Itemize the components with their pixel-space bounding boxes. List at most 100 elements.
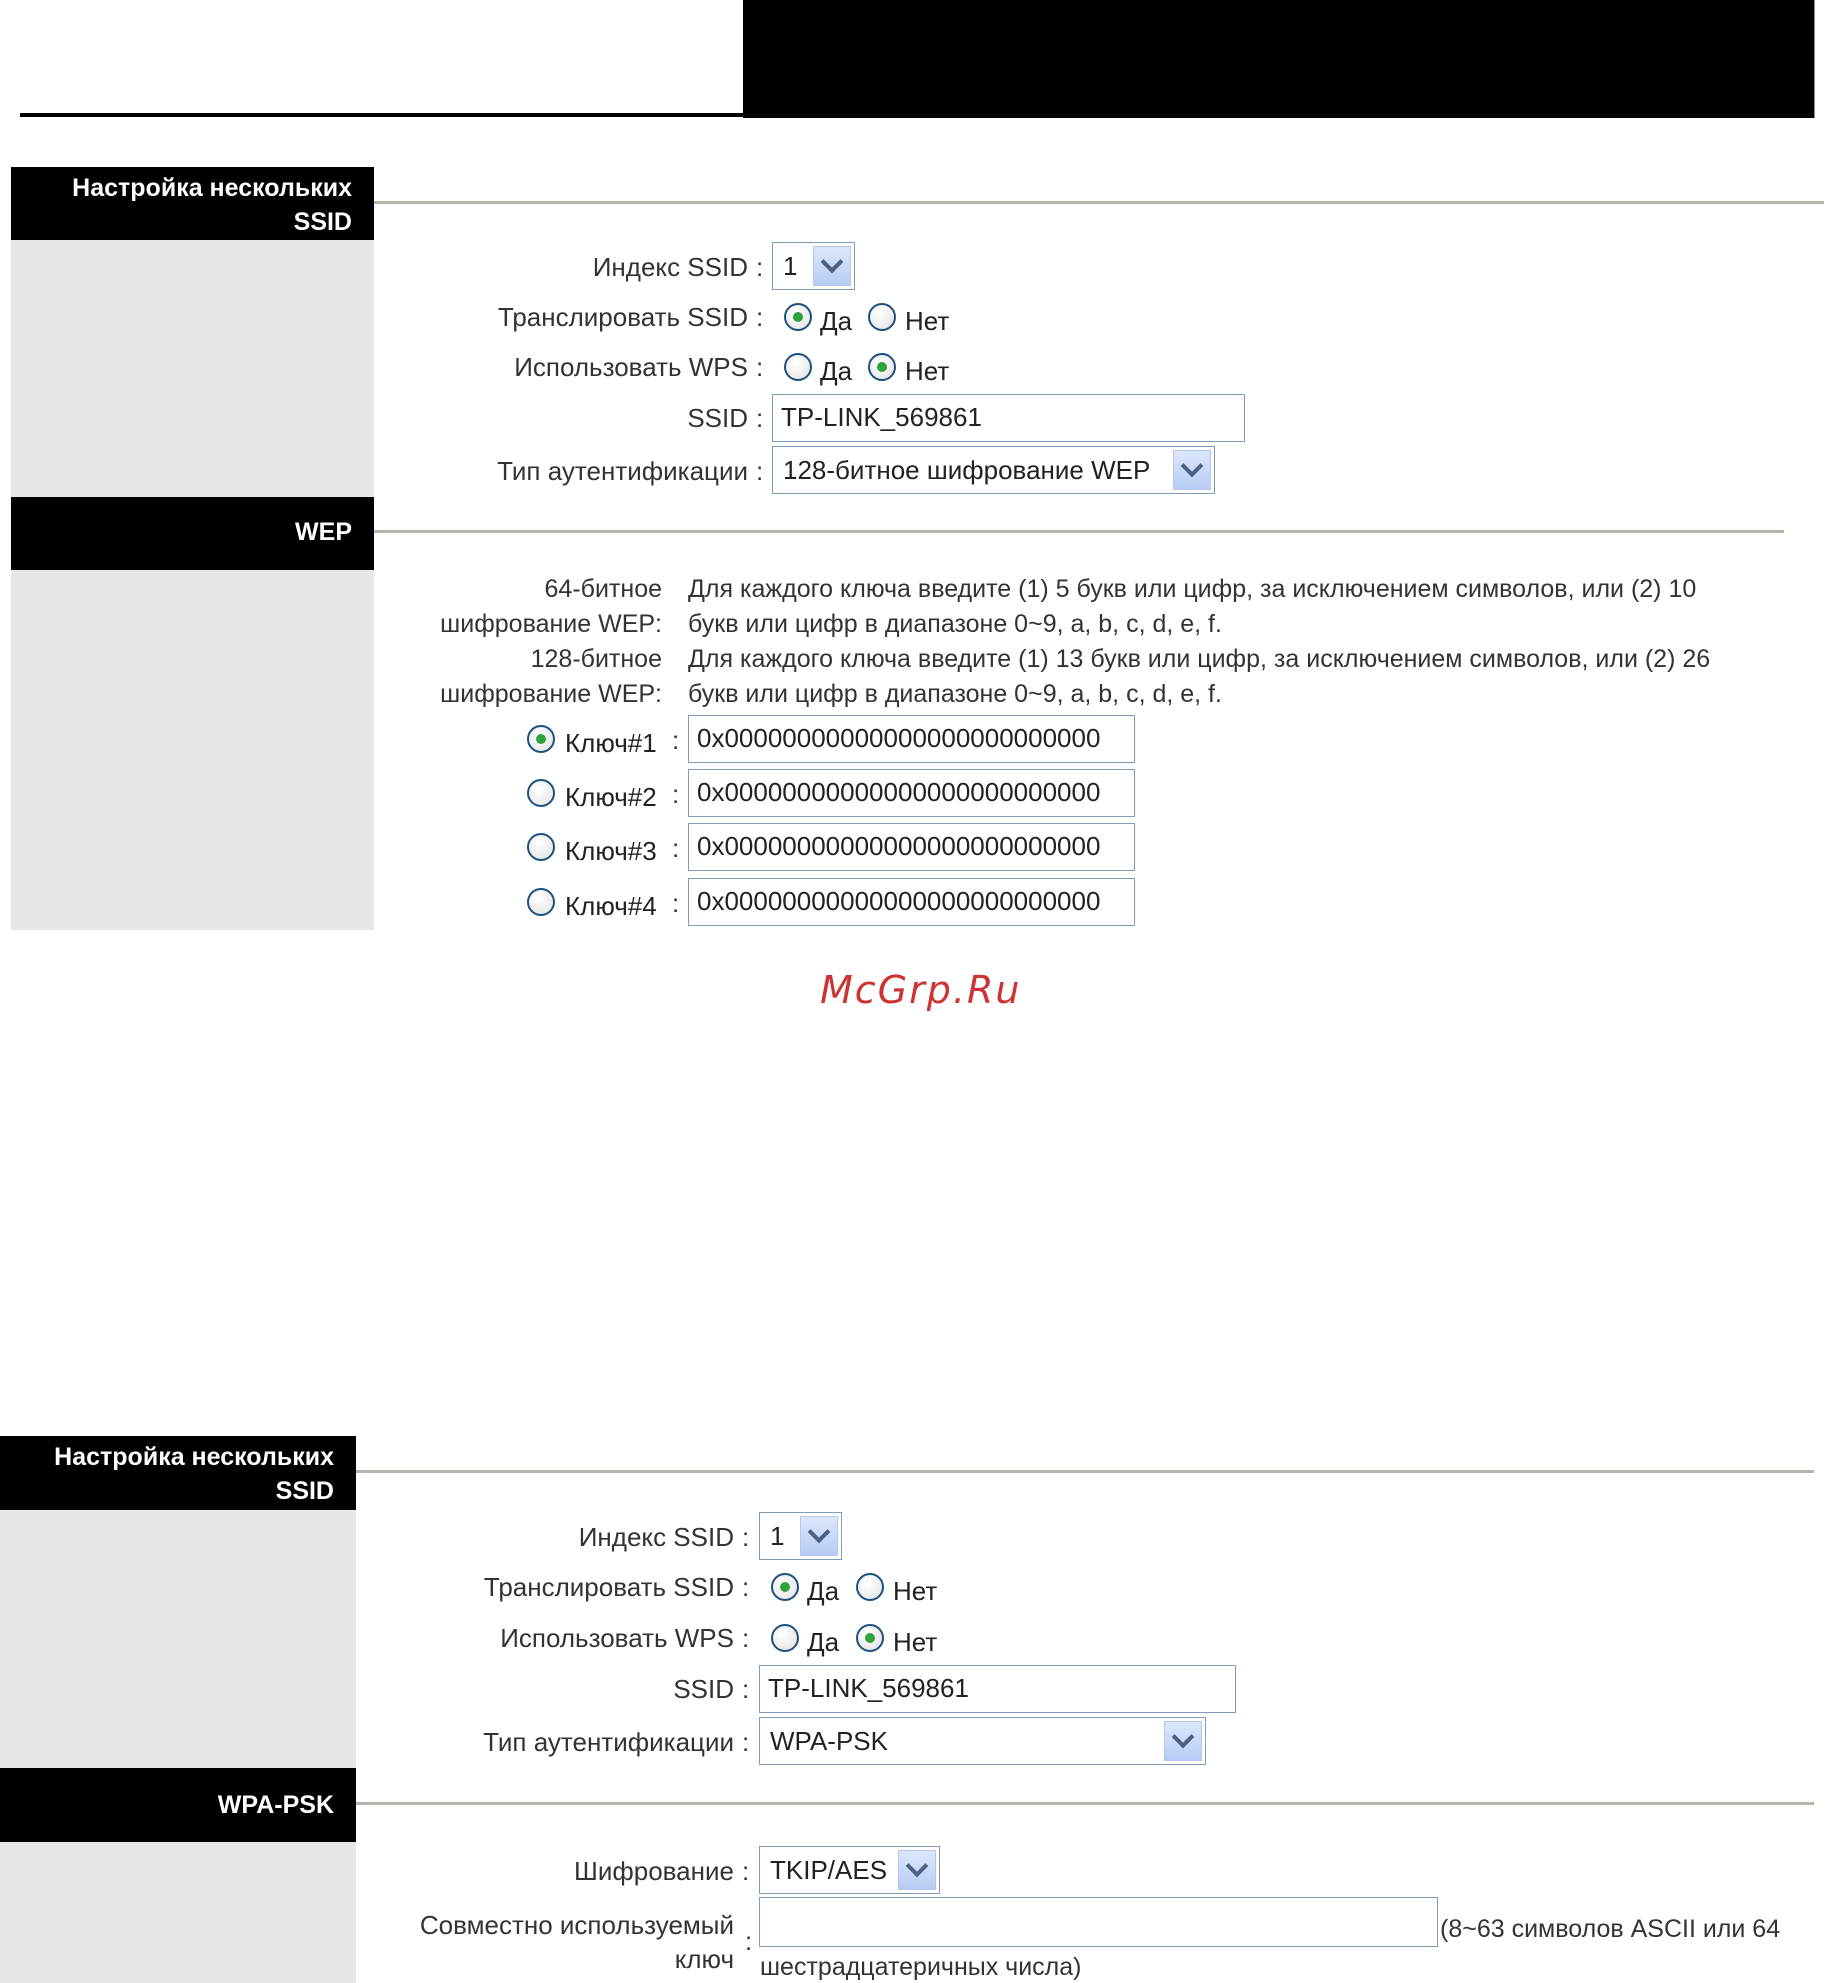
broadcast-no-radio[interactable] (868, 303, 896, 331)
wep64-label-1: 64-битное (544, 575, 662, 603)
broadcast-yes-radio[interactable] (784, 303, 812, 331)
colon: : (756, 252, 764, 282)
key4-input[interactable]: 0x00000000000000000000000000 (688, 878, 1135, 926)
wps-no-radio[interactable] (856, 1624, 884, 1652)
wep-header-text: WEP (295, 518, 352, 546)
panel2-section-header: Настройка нескольких SSID (0, 1436, 356, 1510)
ssid-input[interactable]: TP-LINK_569861 (759, 1665, 1236, 1713)
encryption-select[interactable]: TKIP/AES (759, 1846, 940, 1894)
broadcast-yes-label: Да (807, 1576, 840, 1606)
key4-radio[interactable] (527, 888, 555, 916)
ssid-index-value: 1 (783, 251, 798, 281)
key1-radio[interactable] (527, 725, 555, 753)
broadcast-yes-radio[interactable] (771, 1573, 799, 1601)
wep64-text-2: букв или цифр в диапазоне 0~9, a, b, c, … (688, 610, 1222, 638)
wep128-text-2: букв или цифр в диапазоне 0~9, a, b, c, … (688, 680, 1222, 708)
ssid-label: SSID (687, 403, 748, 433)
colon: : (672, 779, 680, 809)
key3-radio[interactable] (527, 833, 555, 861)
wps-label: Использовать WPS (514, 352, 748, 382)
broadcast-ssid-label: Транслировать SSID (497, 302, 748, 332)
ssid-index-label: Индекс SSID (578, 1522, 734, 1552)
psk-hint-2: шестрадцатеричных числа) (760, 1953, 1082, 1981)
wps-yes-label: Да (820, 356, 853, 386)
wep128-label-2: шифрование WEP: (440, 680, 662, 708)
colon: : (756, 403, 764, 433)
ssid-label: SSID (673, 1674, 734, 1704)
key3-input[interactable]: 0x00000000000000000000000000 (688, 823, 1135, 871)
psk-hint-1: (8~63 символов ASCII или 64 (1440, 1915, 1781, 1943)
key2-input[interactable]: 0x00000000000000000000000000 (688, 769, 1135, 817)
psk-input[interactable] (759, 1897, 1438, 1947)
panel2-sidebar (0, 1510, 356, 1983)
panel1-header-line1: Настройка нескольких (72, 174, 352, 202)
colon: : (745, 1926, 753, 1956)
wps-no-radio[interactable] (868, 353, 896, 381)
colon: : (742, 1727, 750, 1757)
key2-label: Ключ#2 (565, 782, 657, 812)
panel2-section-rule (356, 1470, 1814, 1473)
wep64-text-1: Для каждого ключа введите (1) 5 букв или… (688, 575, 1697, 603)
panel2-header-line1: Настройка нескольких (54, 1443, 334, 1471)
colon: : (756, 456, 764, 486)
broadcast-no-label: Нет (905, 306, 950, 336)
ssid-input[interactable]: TP-LINK_569861 (772, 394, 1245, 442)
colon: : (742, 1674, 750, 1704)
chevron-down-icon[interactable] (800, 1516, 838, 1556)
broadcast-no-radio[interactable] (856, 1573, 884, 1601)
wep64-label-2: шифрование WEP: (440, 610, 662, 638)
key4-label: Ключ#4 (565, 891, 657, 921)
ssid-index-label: Индекс SSID (592, 252, 748, 282)
psk-label-2: ключ (674, 1944, 734, 1974)
psk-label-1: Совместно используемый (419, 1910, 734, 1940)
header-edge-line (1814, 0, 1815, 118)
wep128-text-1: Для каждого ключа введите (1) 13 букв ил… (688, 645, 1711, 673)
chevron-down-icon[interactable] (898, 1850, 936, 1890)
colon: : (672, 833, 680, 863)
colon: : (742, 1572, 750, 1602)
panel1-section-header: Настройка нескольких SSID (11, 167, 374, 240)
auth-type-select[interactable]: 128-битное шифрование WEP (772, 446, 1215, 494)
broadcast-no-label: Нет (893, 1576, 938, 1606)
panel1-section-rule (374, 201, 1824, 204)
wps-yes-label: Да (807, 1627, 840, 1657)
wep-section-header: WEP (11, 497, 374, 570)
chevron-down-icon[interactable] (813, 246, 851, 286)
ssid-index-select[interactable]: 1 (772, 242, 855, 290)
wpa-psk-section-rule (356, 1802, 1814, 1805)
chevron-down-icon[interactable] (1164, 1721, 1202, 1761)
broadcast-ssid-label: Транслировать SSID (483, 1572, 734, 1602)
colon: : (756, 302, 764, 332)
broadcast-yes-label: Да (820, 306, 853, 336)
key2-radio[interactable] (527, 779, 555, 807)
watermark: McGrp.Ru (820, 968, 1022, 1012)
wps-yes-radio[interactable] (784, 353, 812, 381)
header-rule (20, 113, 743, 117)
wps-no-label: Нет (893, 1627, 938, 1657)
auth-type-select[interactable]: WPA-PSK (759, 1717, 1206, 1765)
key1-label: Ключ#1 (565, 728, 657, 758)
colon: : (742, 1856, 750, 1886)
colon: : (672, 725, 680, 755)
encryption-value: TKIP/AES (770, 1855, 888, 1885)
colon: : (756, 352, 764, 382)
colon: : (742, 1522, 750, 1552)
auth-type-label: Тип аутентификации (497, 456, 748, 486)
panel1-sidebar (11, 240, 374, 930)
wps-label: Использовать WPS (500, 1623, 734, 1653)
auth-type-label: Тип аутентификации (483, 1727, 734, 1757)
panel1-header-line2: SSID (293, 208, 352, 236)
wpa-psk-header-text: WPA-PSK (217, 1791, 334, 1819)
key1-input[interactable]: 0x00000000000000000000000000 (688, 715, 1135, 763)
wpa-psk-section-header: WPA-PSK (0, 1768, 356, 1842)
ssid-index-value: 1 (770, 1521, 785, 1551)
auth-type-value: 128-битное шифрование WEP (783, 455, 1151, 485)
ssid-index-select[interactable]: 1 (759, 1512, 842, 1560)
colon: : (742, 1623, 750, 1653)
wps-no-label: Нет (905, 356, 950, 386)
colon: : (672, 888, 680, 918)
wps-yes-radio[interactable] (771, 1624, 799, 1652)
chevron-down-icon[interactable] (1173, 450, 1211, 490)
wep128-label-1: 128-битное (530, 645, 662, 673)
header-black-bar (743, 0, 1814, 118)
